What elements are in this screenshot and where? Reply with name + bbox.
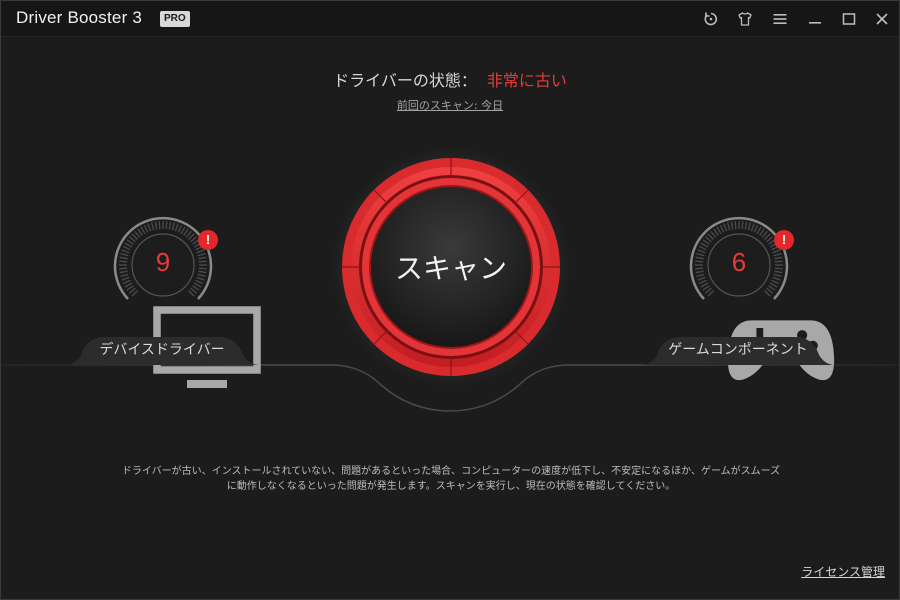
gauge-tick [195,279,204,285]
gauge-tick [741,221,744,230]
device-driver-count: 9 [155,247,171,277]
gauge-tick [126,285,134,291]
gauge-tick [177,224,183,233]
skin-button[interactable] [735,9,755,29]
gauge-tick [719,224,725,233]
gauge-tick [171,222,176,231]
gauge-tick [192,285,200,291]
gauge-tick [143,224,149,233]
tab-game-components-label: ゲームコンポーネント [668,342,808,358]
gauge-tick [768,285,776,291]
menu-button[interactable] [770,9,790,29]
gauge-tick [174,223,179,232]
gauge-tick [750,223,755,232]
game-component-count: 6 [731,247,747,277]
gauge-tick [698,279,707,285]
description-line-2: に動作しなくなるといった問題が発生します。スキャンを実行し、現在の状態を確認して… [226,481,676,492]
close-icon [876,13,888,25]
device-driver-gauge[interactable]: 9 [108,213,261,388]
scan-control: スキャン [331,147,571,387]
tab-device-drivers[interactable]: デバイスドライバー [65,335,259,365]
gauge-tick [713,228,719,236]
gauge-tick [744,221,748,230]
skin-icon [738,12,752,26]
gauge-tick [771,279,780,285]
gauge-tick [165,221,168,230]
restore-button[interactable] [701,9,721,29]
game-component-gauge[interactable]: 6 [684,213,835,381]
license-management-link[interactable]: ライセンス管理 [801,563,885,580]
menu-icon [773,14,787,24]
gauge-tick [140,226,146,235]
description-line-1: ドライバーが古い、インストールされていない、問題があるといった場合、コンピュータ… [121,466,781,477]
game-component-alert-icon: ! [774,230,794,250]
gauge-tick [753,224,759,233]
gauge-tick [700,282,709,288]
tab-game-components[interactable]: ゲームコンポーネント [641,335,835,365]
gauge-tick [147,223,152,232]
close-button[interactable] [872,9,892,29]
gauge-tick [158,221,161,230]
tab-device-drivers-label: デバイスドライバー [99,342,225,358]
gauge-tick [702,285,710,291]
gauge-tick [726,222,731,231]
app-title: Driver Booster 3 [16,8,143,27]
gauge-tick [193,282,202,288]
gauge-tick [756,226,762,235]
gauge-tick [124,282,133,288]
last-scan-link[interactable]: 前回のスキャン: 今日 [397,99,503,112]
gauge-tick [122,279,131,285]
minimize-icon [809,22,821,24]
status-value: 非常に古い [486,71,567,90]
gauge-tick [723,223,728,232]
gauge-tick [769,282,778,288]
maximize-button[interactable] [839,9,859,29]
app-window: Driver Booster 3 PRO ドライバーの状態： 非常に古い 前回の… [0,0,900,600]
pro-badge: PRO [160,11,190,27]
gauge-tick [180,226,186,235]
gauge-tick [183,228,189,236]
scan-button[interactable]: スキャン [371,187,531,347]
gauge-tick [137,228,143,236]
minimize-button[interactable] [805,9,825,29]
gauge-tick [734,221,737,230]
gauge-tick [716,226,722,235]
gauge-tick [168,221,172,230]
device-driver-alert-icon: ! [198,230,218,250]
status-label: ドライバーの状態： [333,71,477,90]
gauge-tick [154,221,158,230]
driver-status: ドライバーの状態： 非常に古い [1,67,899,91]
last-scan-info: 前回のスキャン: 今日 [1,97,899,113]
gauge-tick [150,222,155,231]
maximize-icon [842,13,856,25]
gauge-tick [759,228,765,236]
gauge-tick [702,239,710,245]
restore-icon [704,12,718,26]
gauge-tick [747,222,752,231]
gauge-tick [126,239,134,245]
description-text: ドライバーが古い、インストールされていない、問題があるといった場合、コンピュータ… [111,464,791,494]
title-bar: Driver Booster 3 PRO [1,1,899,37]
gauge-tick [730,221,734,230]
